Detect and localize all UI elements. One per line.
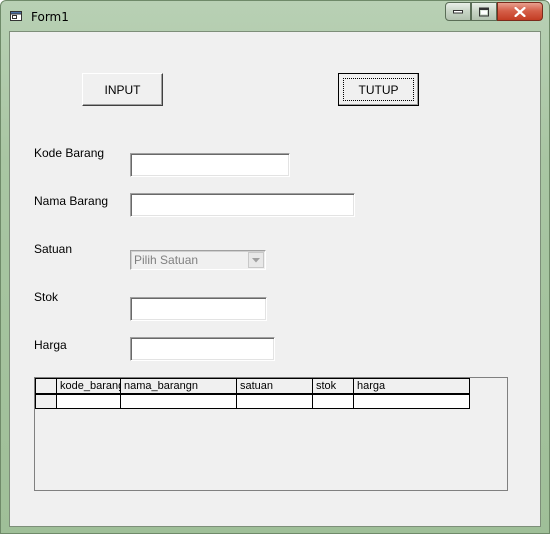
- column-header[interactable]: harga: [353, 378, 470, 395]
- form-icon: [10, 11, 22, 21]
- chevron-down-icon: [252, 258, 260, 263]
- maximize-icon: [479, 7, 489, 16]
- window-title: Form1: [31, 10, 69, 24]
- title-bar[interactable]: Form1: [1, 1, 549, 31]
- close-icon: [514, 6, 526, 17]
- maximize-button[interactable]: [471, 2, 497, 21]
- satuan-combobox-value: Pilih Satuan: [134, 253, 199, 267]
- input-button-label: INPUT: [104, 82, 141, 97]
- stok-input[interactable]: [130, 297, 267, 321]
- combobox-dropdown-button[interactable]: [248, 252, 264, 268]
- row-selector-cell[interactable]: [35, 393, 57, 409]
- column-header[interactable]: stok: [312, 378, 354, 395]
- close-button[interactable]: [497, 2, 543, 21]
- grid-cell[interactable]: [120, 393, 237, 409]
- form-client-area: INPUT TUTUP Kode Barang Nama Barang Satu…: [9, 31, 541, 527]
- data-grid[interactable]: kode_barang nama_barangn satuan stok har…: [34, 377, 508, 491]
- kode-barang-input[interactable]: [130, 153, 290, 177]
- column-header[interactable]: kode_barang: [56, 378, 121, 395]
- grid-header-row: kode_barang nama_barangn satuan stok har…: [35, 378, 470, 395]
- grid-cell[interactable]: [56, 393, 121, 409]
- tutup-button-label: TUTUP: [358, 82, 399, 97]
- nama-barang-label: Nama Barang: [34, 194, 109, 208]
- column-header[interactable]: satuan: [236, 378, 313, 395]
- grid-cell[interactable]: [353, 393, 470, 409]
- input-button[interactable]: INPUT: [82, 73, 163, 106]
- app-window: Form1 INPUT TUTUP Kode Barang Nama Baran…: [0, 0, 550, 534]
- tutup-button[interactable]: TUTUP: [338, 73, 419, 106]
- grid-cell[interactable]: [312, 393, 354, 409]
- caption-buttons: [445, 2, 543, 22]
- kode-barang-label: Kode Barang: [34, 146, 105, 160]
- grid-table: kode_barang nama_barangn satuan stok har…: [35, 378, 470, 409]
- stok-label: Stok: [34, 290, 59, 304]
- nama-barang-input[interactable]: [130, 193, 355, 217]
- harga-label: Harga: [34, 338, 67, 352]
- satuan-label: Satuan: [34, 242, 73, 256]
- minimize-button[interactable]: [445, 2, 471, 21]
- minimize-icon: [453, 9, 463, 13]
- harga-input[interactable]: [130, 337, 275, 361]
- grid-corner-cell: [35, 378, 57, 395]
- table-row[interactable]: [35, 393, 470, 409]
- grid-cell[interactable]: [236, 393, 313, 409]
- satuan-combobox[interactable]: Pilih Satuan: [130, 250, 266, 270]
- column-header[interactable]: nama_barangn: [120, 378, 237, 395]
